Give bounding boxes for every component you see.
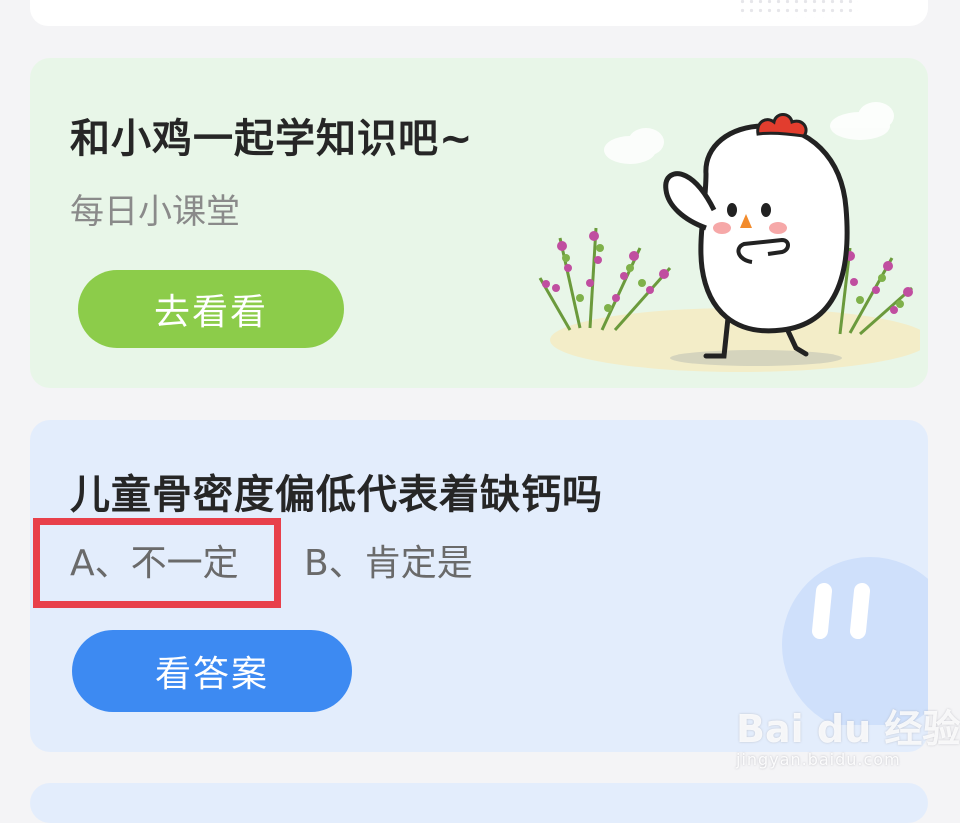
go-see-button[interactable]: 去看看 xyxy=(78,270,344,348)
promo-title: 和小鸡一起学知识吧~ xyxy=(70,116,474,162)
highlight-box xyxy=(33,518,281,608)
chick-mascot-icon xyxy=(538,102,920,372)
option-b[interactable]: B、肯定是 xyxy=(304,534,473,586)
view-answer-button[interactable]: 看答案 xyxy=(72,630,352,712)
watermark-url: jingyan.baidu.com xyxy=(736,750,901,769)
watermark: Bai du 经验 jingyan.baidu.com xyxy=(736,690,960,780)
promo-card: 和小鸡一起学知识吧~ 每日小课堂 去看看 xyxy=(30,58,928,388)
next-card xyxy=(30,783,928,823)
promo-subtitle: 每日小课堂 xyxy=(70,192,240,232)
watermark-logo: Bai du 经验 xyxy=(736,707,960,751)
previous-card xyxy=(30,0,928,26)
dot-pattern xyxy=(738,0,858,18)
quiz-question: 儿童骨密度偏低代表着缺钙吗 xyxy=(70,472,603,518)
